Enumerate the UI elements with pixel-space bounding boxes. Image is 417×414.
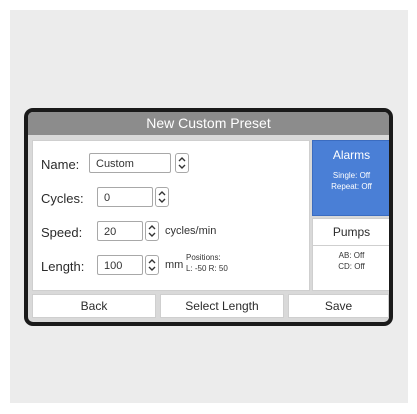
- length-input[interactable]: 100: [97, 255, 143, 275]
- length-unit: mm: [165, 259, 184, 271]
- speed-row: Speed: 20 cycles/min: [41, 221, 301, 243]
- pumps-divider: [313, 245, 389, 246]
- cycles-input[interactable]: 0: [97, 187, 153, 207]
- pump-ab-status: AB: Off: [338, 251, 365, 260]
- alarm-repeat-status: Repeat: Off: [331, 182, 372, 191]
- cycles-label: Cycles:: [41, 190, 84, 206]
- speed-label: Speed:: [41, 224, 83, 240]
- name-stepper[interactable]: [175, 153, 189, 173]
- name-input[interactable]: Custom: [89, 153, 171, 173]
- window-title: New Custom Preset: [28, 112, 389, 135]
- chevron-updown-icon: [148, 259, 156, 271]
- speed-stepper[interactable]: [145, 221, 159, 241]
- pump-cd-status: CD: Off: [338, 262, 365, 271]
- chevron-updown-icon: [148, 225, 156, 237]
- preset-form-panel: Name: Custom Cycles: 0 Speed: 20 cycles/…: [32, 140, 310, 291]
- length-label: Length:: [41, 258, 85, 274]
- alarms-panel[interactable]: Alarms Single: Off Repeat: Off: [312, 140, 389, 216]
- select-length-button[interactable]: Select Length: [160, 294, 284, 318]
- cycles-stepper[interactable]: [155, 187, 169, 207]
- length-row: Length: 100 mm Positions: L: -50 R: 50: [41, 252, 301, 277]
- alarm-single-status: Single: Off: [332, 171, 371, 180]
- back-button[interactable]: Back: [32, 294, 156, 318]
- length-stepper[interactable]: [145, 255, 159, 275]
- positions-info: Positions: L: -50 R: 50: [186, 252, 228, 274]
- device-bezel: New Custom Preset Name: Custom Cycles: 0: [24, 108, 393, 326]
- screen: New Custom Preset Name: Custom Cycles: 0: [28, 112, 389, 322]
- speed-unit: cycles/min: [165, 225, 217, 237]
- name-row: Name: Custom: [41, 153, 301, 175]
- chevron-updown-icon: [178, 157, 186, 169]
- chevron-updown-icon: [158, 191, 166, 203]
- positions-values: L: -50 R: 50: [186, 264, 228, 273]
- pumps-title: Pumps: [332, 225, 371, 239]
- pumps-panel[interactable]: Pumps AB: Off CD: Off: [312, 218, 389, 291]
- alarms-title: Alarms: [332, 148, 371, 162]
- name-label: Name:: [41, 156, 80, 172]
- speed-input[interactable]: 20: [97, 221, 143, 241]
- positions-label: Positions:: [186, 253, 221, 262]
- save-button[interactable]: Save: [288, 294, 389, 318]
- cycles-row: Cycles: 0: [41, 187, 301, 209]
